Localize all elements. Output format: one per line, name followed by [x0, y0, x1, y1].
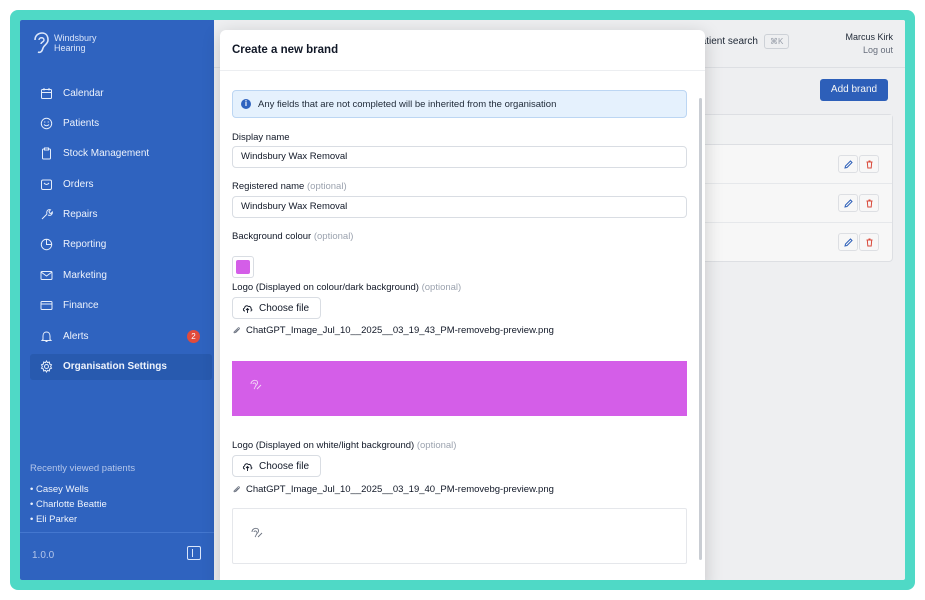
logo-dark-preview	[232, 361, 687, 416]
credit-card-icon	[40, 301, 53, 311]
logo-light-filename: ChatGPT_Image_Jul_10__2025__03_19_40_PM-…	[232, 484, 554, 495]
info-text: Any fields that are not completed will b…	[258, 98, 557, 110]
sidebar-item-patients[interactable]: Patients	[30, 110, 212, 136]
registered-name-label: Registered name (optional)	[232, 181, 347, 192]
sidebar: Windsbury Hearing Calendar Patients Stoc…	[20, 20, 214, 580]
choose-file-dark-button[interactable]: Choose file	[232, 297, 321, 319]
choose-file-label: Choose file	[259, 460, 310, 472]
sidebar-item-label: Organisation Settings	[63, 361, 167, 373]
sidebar-item-stock-management[interactable]: Stock Management	[30, 141, 212, 167]
background-colour-picker[interactable]	[232, 256, 254, 278]
sidebar-item-marketing[interactable]: Marketing	[30, 262, 212, 288]
collapse-sidebar-icon[interactable]	[187, 546, 201, 560]
logo-dark-filename: ChatGPT_Image_Jul_10__2025__03_19_43_PM-…	[232, 325, 554, 336]
sidebar-item-label: Repairs	[63, 209, 98, 221]
brand-logo-preview-icon	[250, 379, 262, 390]
paperclip-icon	[233, 486, 240, 493]
logo-dark-label-text: Logo (Displayed on colour/dark backgroun…	[232, 282, 419, 293]
calendar-icon	[41, 87, 52, 99]
window-frame: Windsbury Hearing Calendar Patients Stoc…	[10, 10, 915, 590]
recent-patients: Recently viewed patients • Casey Wells •…	[30, 463, 200, 527]
alerts-count-badge: 2	[187, 330, 200, 344]
optional-tag: (optional)	[313, 231, 354, 242]
inbox-icon	[41, 179, 52, 190]
info-banner: i Any fields that are not completed will…	[232, 90, 687, 118]
sidebar-item-alerts[interactable]: Alerts 2	[30, 323, 212, 349]
display-name-field[interactable]: Windsbury Wax Removal	[232, 146, 687, 168]
sidebar-item-organisation-settings[interactable]: Organisation Settings	[30, 353, 212, 380]
logo-light-preview	[232, 508, 687, 564]
sidebar-item-label: Orders	[63, 178, 94, 190]
sidebar-item-label: Marketing	[63, 269, 107, 281]
paperclip-icon	[233, 327, 240, 334]
smile-icon	[40, 117, 53, 130]
sidebar-item-finance[interactable]: Finance	[30, 293, 212, 319]
choose-file-light-button[interactable]: Choose file	[232, 455, 321, 477]
sidebar-item-label: Reporting	[63, 239, 107, 251]
recent-patient-link[interactable]: • Charlotte Beattie	[30, 497, 200, 512]
sidebar-footer: 1.0.0	[20, 532, 214, 580]
logo-light-label-text: Logo (Displayed on white/light backgroun…	[232, 440, 415, 451]
modal-scrollbar[interactable]	[699, 98, 702, 560]
sidebar-item-label: Stock Management	[63, 148, 150, 160]
sidebar-item-label: Patients	[63, 117, 100, 129]
recent-patient-link[interactable]: • Eli Parker	[30, 512, 200, 527]
registered-name-field[interactable]: Windsbury Wax Removal	[232, 196, 687, 218]
app-version: 1.0.0	[32, 550, 55, 561]
app: Windsbury Hearing Calendar Patients Stoc…	[20, 20, 905, 580]
background-colour-label-text: Background colour	[232, 231, 312, 242]
upload-cloud-icon	[242, 462, 253, 471]
optional-tag: (optional)	[421, 282, 462, 293]
sidebar-item-repairs[interactable]: Repairs	[30, 202, 212, 228]
sidebar-nav: Calendar Patients Stock Management Order…	[30, 80, 212, 384]
wrench-icon	[41, 209, 53, 220]
upload-cloud-icon	[242, 304, 253, 313]
bell-icon	[40, 331, 53, 342]
filename-text: ChatGPT_Image_Jul_10__2025__03_19_43_PM-…	[246, 325, 554, 336]
optional-tag: (optional)	[307, 181, 347, 192]
modal-title: Create a new brand	[232, 44, 339, 56]
sidebar-item-reporting[interactable]: Reporting	[30, 232, 212, 258]
brand-logo[interactable]: Windsbury Hearing	[32, 32, 97, 54]
info-icon: i	[241, 99, 251, 109]
brand-name-line2: Hearing	[54, 43, 86, 53]
brand-logo-preview-icon	[251, 527, 263, 538]
create-brand-modal: Create a new brand i Any fields that are…	[220, 30, 705, 580]
optional-tag: (optional)	[416, 440, 457, 451]
sidebar-item-label: Calendar	[63, 87, 104, 99]
colour-swatch	[236, 260, 250, 274]
filename-text: ChatGPT_Image_Jul_10__2025__03_19_40_PM-…	[246, 484, 554, 495]
divider	[220, 70, 705, 71]
choose-file-label: Choose file	[259, 302, 310, 314]
mail-icon	[40, 270, 53, 280]
display-name-label: Display name	[232, 132, 290, 143]
logo-dark-label: Logo (Displayed on colour/dark backgroun…	[232, 282, 461, 293]
recent-patients-title: Recently viewed patients	[30, 463, 136, 474]
recent-patient-link[interactable]: • Casey Wells	[30, 482, 200, 497]
registered-name-label-text: Registered name	[232, 181, 305, 192]
sidebar-item-label: Finance	[63, 300, 99, 312]
sidebar-item-orders[interactable]: Orders	[30, 171, 212, 197]
brand-name-line1: Windsbury	[54, 33, 97, 43]
sidebar-item-label: Alerts	[63, 330, 89, 342]
logo-light-label: Logo (Displayed on white/light backgroun…	[232, 440, 456, 451]
background-colour-label: Background colour (optional)	[232, 231, 353, 242]
sidebar-item-calendar[interactable]: Calendar	[30, 80, 212, 106]
gear-icon	[40, 360, 53, 373]
pie-chart-icon	[40, 239, 53, 251]
clipboard-icon	[42, 147, 51, 160]
ear-logo-icon	[34, 32, 49, 54]
